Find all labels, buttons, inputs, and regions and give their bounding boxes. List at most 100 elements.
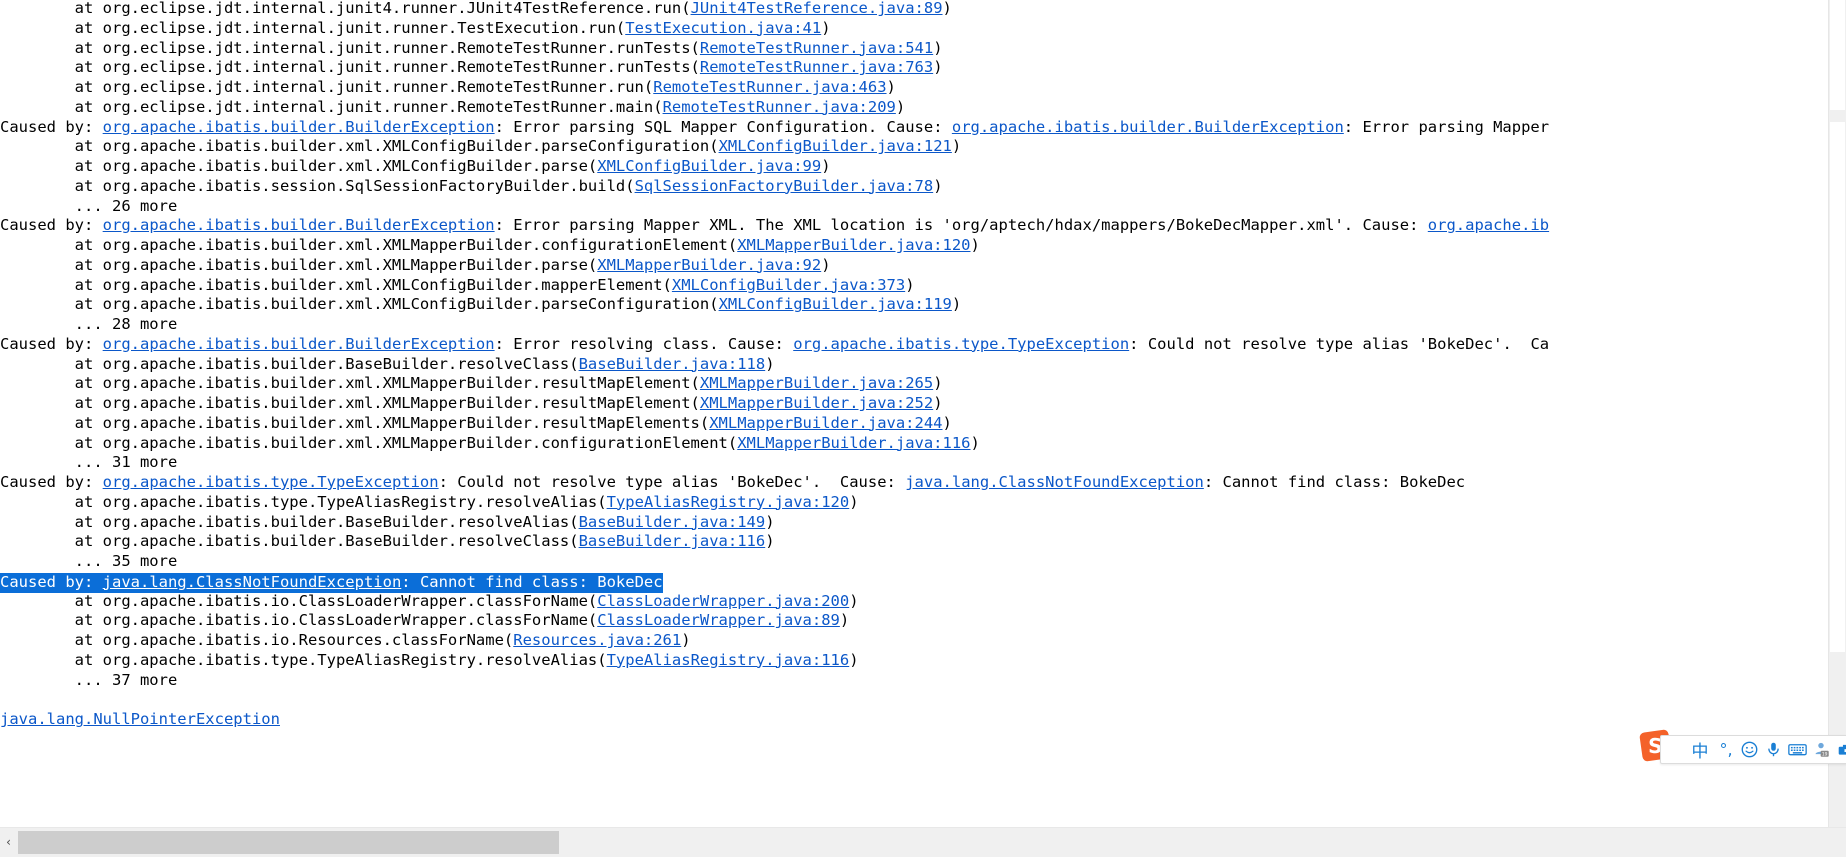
console-line[interactable]: Caused by: org.apache.ibatis.builder.Bui…: [0, 335, 1846, 355]
console-line[interactable]: at org.apache.ibatis.type.TypeAliasRegis…: [0, 651, 1846, 671]
console-line[interactable]: at org.apache.ibatis.session.SqlSessionF…: [0, 177, 1846, 197]
stack-trace-link[interactable]: XMLMapperBuilder.java:265: [700, 374, 933, 392]
stack-trace-link[interactable]: ClassLoaderWrapper.java:89: [597, 611, 840, 629]
scroll-left-arrow-icon[interactable]: ‹: [0, 828, 17, 857]
stack-trace-link[interactable]: XMLMapperBuilder.java:92: [597, 256, 821, 274]
stack-trace-text: Caused by:: [0, 334, 103, 353]
stack-trace-text: ... 37 more: [0, 670, 178, 689]
console-line[interactable]: at org.apache.ibatis.builder.xml.XMLMapp…: [0, 434, 1846, 454]
console-line[interactable]: at org.apache.ibatis.builder.xml.XMLMapp…: [0, 374, 1846, 394]
console-line[interactable]: at org.eclipse.jdt.internal.junit.runner…: [0, 58, 1846, 78]
stack-trace-link[interactable]: RemoteTestRunner.java:209: [663, 98, 896, 116]
stack-trace-link[interactable]: java.lang.ClassNotFoundException: [103, 573, 402, 591]
stack-trace-link[interactable]: org.apache.ibatis.type.TypeException: [793, 335, 1129, 353]
console-line[interactable]: Caused by: org.apache.ibatis.builder.Bui…: [0, 216, 1846, 236]
horizontal-scrollbar[interactable]: ‹: [0, 827, 1846, 857]
console-line[interactable]: at org.apache.ibatis.builder.xml.XMLConf…: [0, 137, 1846, 157]
console-line[interactable]: at org.eclipse.jdt.internal.junit.runner…: [0, 78, 1846, 98]
stack-trace-text: at org.apache.ibatis.builder.xml.XMLMapp…: [0, 255, 598, 274]
stack-trace-link[interactable]: org.apache.ibatis.builder.BuilderExcepti…: [952, 118, 1344, 136]
stack-trace-link[interactable]: TypeAliasRegistry.java:120: [607, 493, 850, 511]
console-output-panel[interactable]: at org.eclipse.jdt.internal.junit4.runne…: [0, 0, 1846, 828]
console-line[interactable]: at org.apache.ibatis.builder.BaseBuilder…: [0, 355, 1846, 375]
console-line[interactable]: at org.apache.ibatis.io.ClassLoaderWrapp…: [0, 611, 1846, 631]
stack-trace-link[interactable]: BaseBuilder.java:118: [579, 355, 766, 373]
ime-punctuation-toggle[interactable]: °,: [1715, 737, 1737, 762]
console-line[interactable]: at org.eclipse.jdt.internal.junit.runner…: [0, 39, 1846, 59]
stack-trace-text: at org.eclipse.jdt.internal.junit4.runne…: [0, 0, 691, 17]
console-line[interactable]: at org.apache.ibatis.builder.xml.XMLConf…: [0, 295, 1846, 315]
stack-trace-text: ): [933, 38, 943, 57]
stack-trace-link[interactable]: JUnit4TestReference.java:89: [691, 0, 943, 17]
vertical-scrollbar-track-top[interactable]: [1830, 0, 1845, 110]
console-line[interactable]: at org.apache.ibatis.type.TypeAliasRegis…: [0, 493, 1846, 513]
console-line[interactable]: at org.apache.ibatis.builder.xml.XMLMapp…: [0, 236, 1846, 256]
console-line[interactable]: at org.apache.ibatis.builder.xml.XMLMapp…: [0, 256, 1846, 276]
stack-trace-link[interactable]: TestExecution.java:41: [625, 19, 821, 37]
console-line[interactable]: at org.apache.ibatis.io.ClassLoaderWrapp…: [0, 592, 1846, 612]
stack-trace-link[interactable]: org.apache.ibatis.type.TypeException: [103, 473, 439, 491]
stack-trace-link[interactable]: BaseBuilder.java:116: [579, 532, 766, 550]
stack-trace-link[interactable]: XMLMapperBuilder.java:252: [700, 394, 933, 412]
console-line[interactable]: at org.eclipse.jdt.internal.junit.runner…: [0, 19, 1846, 39]
console-line[interactable]: at org.apache.ibatis.builder.BaseBuilder…: [0, 532, 1846, 552]
stack-trace-text: ): [839, 611, 850, 630]
console-line[interactable]: at org.apache.ibatis.builder.xml.XMLMapp…: [0, 414, 1846, 434]
stack-trace-link[interactable]: java.lang.ClassNotFoundException: [905, 473, 1204, 491]
console-line[interactable]: Caused by: org.apache.ibatis.builder.Bui…: [0, 118, 1846, 138]
stack-trace-link[interactable]: RemoteTestRunner.java:541: [700, 39, 933, 57]
console-line[interactable]: [0, 690, 1846, 710]
stack-trace-link[interactable]: java.lang.NullPointerException: [0, 710, 280, 728]
console-line[interactable]: ... 35 more: [0, 552, 1846, 572]
stack-trace-text: Caused by:: [0, 473, 103, 491]
horizontal-scrollbar-thumb[interactable]: [18, 831, 559, 854]
stack-trace-link[interactable]: BaseBuilder.java:149: [579, 513, 766, 531]
stack-trace-link[interactable]: RemoteTestRunner.java:763: [700, 58, 933, 76]
stack-trace-link[interactable]: org.apache.ib: [1428, 216, 1549, 234]
stack-trace-text: ): [821, 157, 831, 175]
stack-trace-link[interactable]: RemoteTestRunner.java:463: [653, 78, 886, 96]
vertical-scrollbar-thumb[interactable]: [1830, 122, 1845, 652]
stack-trace-link[interactable]: XMLMapperBuilder.java:120: [737, 236, 970, 254]
console-line[interactable]: ... 26 more: [0, 197, 1846, 217]
stack-trace-text: Caused by:: [0, 216, 103, 235]
stack-trace-link[interactable]: org.apache.ibatis.builder.BuilderExcepti…: [103, 118, 495, 136]
console-line[interactable]: ... 28 more: [0, 315, 1846, 335]
stack-trace-link[interactable]: TypeAliasRegistry.java:116: [607, 651, 850, 669]
stack-trace-text: : Error parsing Mapper XML. The XML loca…: [494, 216, 1428, 235]
console-line[interactable]: java.lang.NullPointerException: [0, 710, 1846, 730]
console-line[interactable]: Caused by: org.apache.ibatis.type.TypeEx…: [0, 473, 1846, 493]
console-line[interactable]: at org.eclipse.jdt.internal.junit4.runne…: [0, 0, 1846, 19]
stack-trace-link[interactable]: org.apache.ibatis.builder.BuilderExcepti…: [103, 335, 495, 353]
stack-trace-text: ): [821, 255, 831, 274]
console-line[interactable]: ... 31 more: [0, 453, 1846, 473]
console-line[interactable]: at org.apache.ibatis.builder.xml.XMLConf…: [0, 276, 1846, 296]
console-line[interactable]: at org.apache.ibatis.builder.xml.XMLMapp…: [0, 394, 1846, 414]
stack-trace-link[interactable]: XMLConfigBuilder.java:119: [719, 295, 952, 313]
ime-soft-keyboard-icon[interactable]: [1785, 737, 1809, 762]
stack-trace-text: at org.eclipse.jdt.internal.junit.runner…: [0, 97, 663, 116]
stack-trace-text: : Error resolving class. Cause:: [494, 334, 794, 353]
ime-user-icon[interactable]: 19: [1809, 737, 1833, 762]
ime-toolbox-icon[interactable]: [1833, 737, 1846, 762]
ime-emoji-icon[interactable]: [1737, 737, 1761, 762]
console-line[interactable]: ... 37 more: [0, 671, 1846, 691]
stack-trace-link[interactable]: ClassLoaderWrapper.java:200: [597, 592, 849, 610]
ime-mode-chinese[interactable]: 中: [1685, 737, 1715, 762]
stack-trace-link[interactable]: XMLMapperBuilder.java:116: [737, 434, 970, 452]
sogou-ime-toolbar[interactable]: 中 °, 19: [1660, 735, 1846, 764]
console-line[interactable]: at org.eclipse.jdt.internal.junit.runner…: [0, 98, 1846, 118]
stack-trace-link[interactable]: Resources.java:261: [513, 631, 681, 649]
stack-trace-link[interactable]: org.apache.ibatis.builder.BuilderExcepti…: [103, 216, 495, 234]
vertical-scrollbar[interactable]: [1828, 0, 1846, 828]
console-line[interactable]: at org.apache.ibatis.builder.xml.XMLConf…: [0, 157, 1846, 177]
stack-trace-link[interactable]: XMLConfigBuilder.java:121: [719, 137, 952, 155]
console-line[interactable]: at org.apache.ibatis.io.Resources.classF…: [0, 631, 1846, 651]
console-line-selected[interactable]: Caused by: java.lang.ClassNotFoundExcept…: [0, 572, 663, 593]
ime-voice-input-icon[interactable]: [1761, 737, 1785, 762]
stack-trace-link[interactable]: XMLConfigBuilder.java:99: [597, 157, 821, 175]
stack-trace-link[interactable]: XMLConfigBuilder.java:373: [672, 276, 905, 294]
console-line[interactable]: at org.apache.ibatis.builder.BaseBuilder…: [0, 513, 1846, 533]
stack-trace-link[interactable]: SqlSessionFactoryBuilder.java:78: [635, 177, 934, 195]
stack-trace-link[interactable]: XMLMapperBuilder.java:244: [709, 414, 942, 432]
